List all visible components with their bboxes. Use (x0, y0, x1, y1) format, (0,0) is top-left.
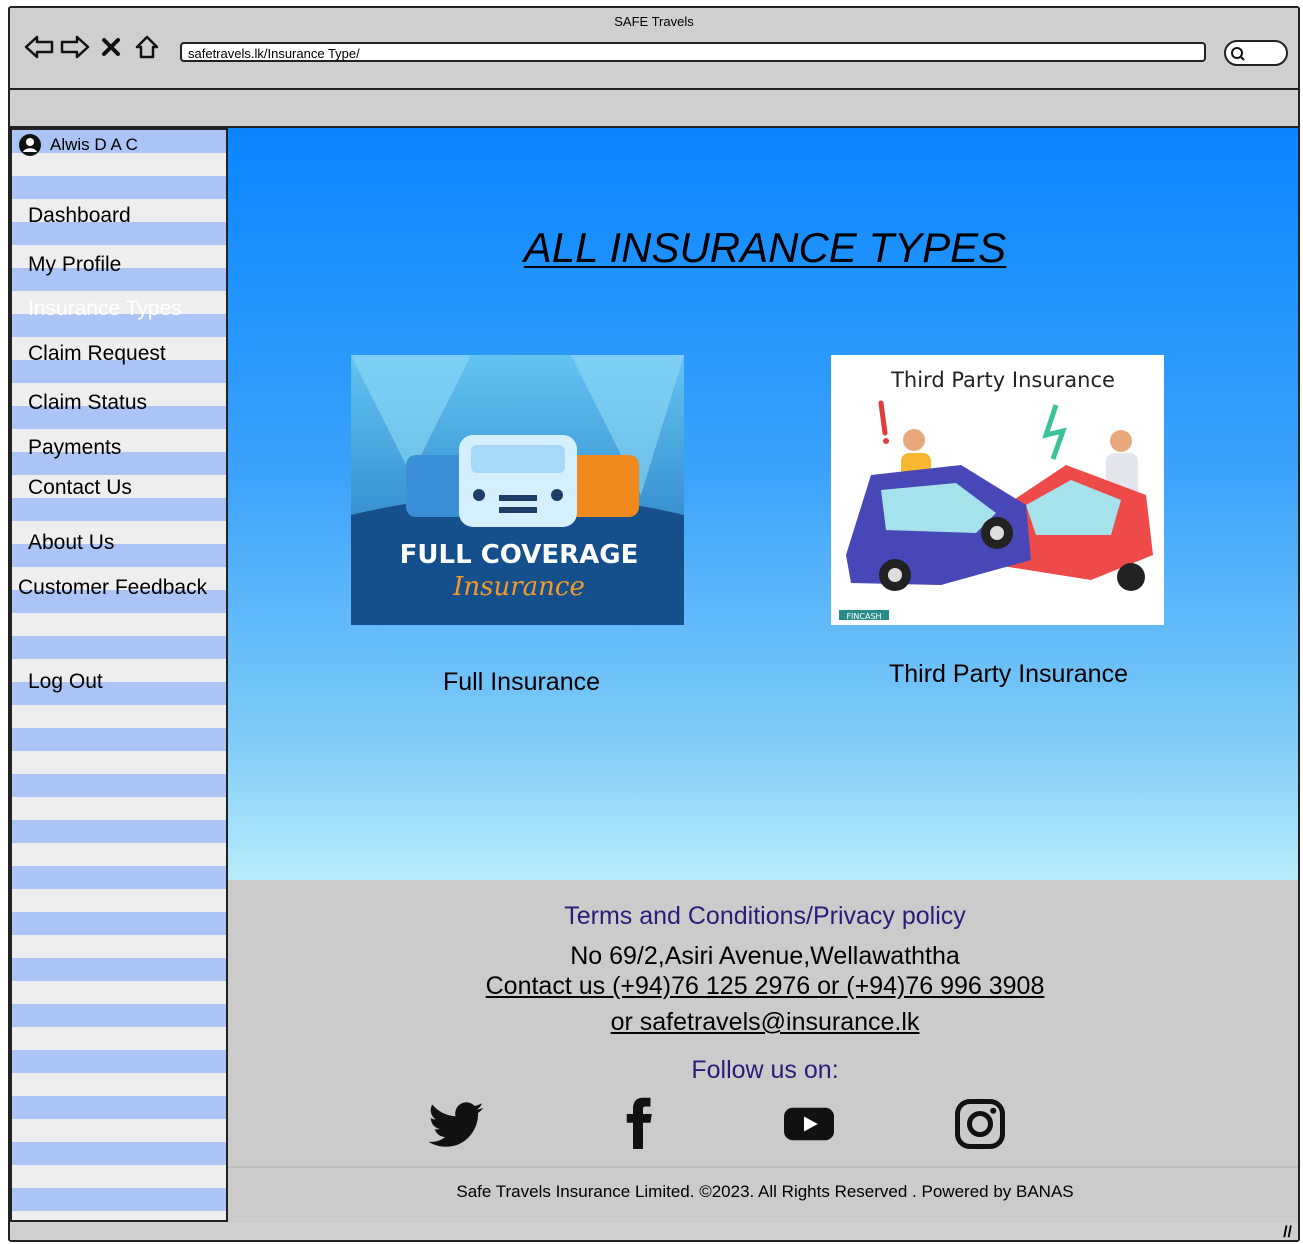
sidebar-item-my-profile[interactable]: My Profile (28, 253, 121, 277)
footer-contact[interactable]: Contact us (+94)76 125 2976 or (+94)76 9… (228, 972, 1298, 1001)
user-icon (19, 134, 41, 156)
nav-buttons (24, 32, 162, 62)
page-title: ALL INSURANCE TYPES (523, 224, 1007, 271)
footer: Terms and Conditions/Privacy policy No 6… (228, 880, 1298, 1222)
main-content: ALL INSURANCE TYPES FULL COVERAGE Insura… (228, 128, 1298, 880)
footer-divider (228, 1166, 1298, 1168)
footer-address: No 69/2,Asiri Avenue,Wellawaththa (570, 942, 960, 970)
sidebar-item-insurance-types[interactable]: Insurance Types (28, 297, 182, 321)
instagram-icon[interactable] (950, 1094, 1010, 1154)
close-icon[interactable] (96, 32, 126, 62)
sidebar-item-dashboard[interactable]: Dashboard (28, 204, 131, 228)
third-party-image-text: Third Party Insurance (890, 368, 1115, 392)
footer-email[interactable]: or safetravels@insurance.lk (228, 1008, 1298, 1037)
sidebar-item-customer-feedback[interactable]: Customer Feedback (18, 576, 207, 600)
window-title: SAFE Travels (614, 14, 694, 29)
fincash-logo-text: FINCASH (846, 612, 881, 621)
copyright-text: Safe Travels Insurance Limited. ©2023. A… (456, 1182, 1074, 1201)
user-name: Alwis D A C (50, 135, 138, 154)
third-party-insurance-label[interactable]: Third Party Insurance (889, 660, 1128, 689)
toolbar (10, 90, 1298, 128)
home-icon[interactable] (132, 32, 162, 62)
third-party-insurance-image[interactable]: Third Party Insurance FINCASH (831, 355, 1164, 625)
arrow-right-icon[interactable] (60, 32, 90, 62)
terms-link[interactable]: Terms and Conditions/Privacy policy (228, 902, 1298, 931)
sidebar-item-claim-status[interactable]: Claim Status (28, 391, 147, 415)
sidebar-item-about-us[interactable]: About Us (28, 531, 114, 555)
twitter-icon[interactable] (426, 1094, 486, 1154)
browser-window: SAFE Travels safetravels.lk/Insurance Ty… (8, 6, 1300, 1242)
search-icon (1231, 47, 1245, 61)
address-bar[interactable]: safetravels.lk/Insurance Type/ (180, 42, 1206, 62)
sidebar: Alwis D A C Dashboard My Profile Insuran… (10, 128, 228, 1222)
sidebar-item-payments[interactable]: Payments (28, 436, 121, 460)
sidebar-item-log-out[interactable]: Log Out (28, 670, 103, 694)
facebook-icon[interactable] (608, 1094, 668, 1154)
insurance-script-text: Insurance (452, 572, 585, 602)
arrow-left-icon[interactable] (24, 32, 54, 62)
full-coverage-text: FULL COVERAGE (400, 540, 639, 570)
full-insurance-label[interactable]: Full Insurance (443, 668, 600, 697)
youtube-icon[interactable] (779, 1094, 839, 1154)
title-bar: SAFE Travels safetravels.lk/Insurance Ty… (10, 8, 1298, 90)
resize-grip-icon[interactable]: // (1283, 1224, 1292, 1240)
sidebar-item-claim-request[interactable]: Claim Request (28, 342, 166, 366)
search-button[interactable] (1224, 40, 1288, 66)
full-insurance-image[interactable]: FULL COVERAGE Insurance (351, 355, 684, 625)
status-bar: // (10, 1222, 1298, 1240)
follow-us-label: Follow us on: (691, 1056, 839, 1084)
sidebar-item-contact-us[interactable]: Contact Us (28, 476, 132, 500)
user-info: Alwis D A C (18, 134, 138, 156)
